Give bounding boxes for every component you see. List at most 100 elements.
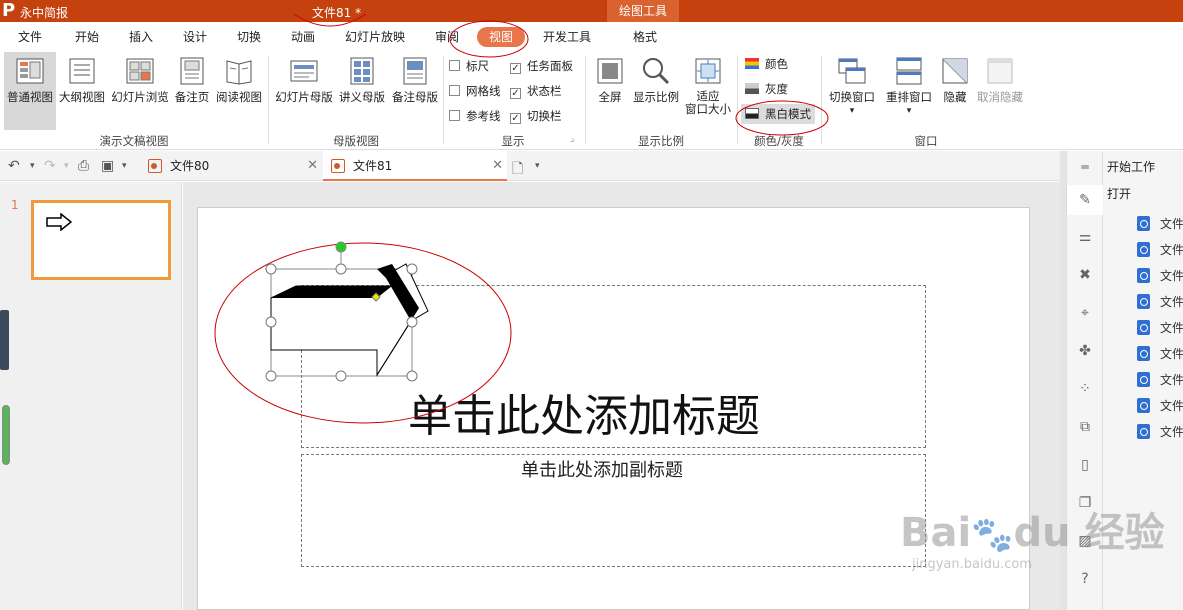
grayscale-button[interactable]: 灰度 (745, 79, 788, 99)
annotation-ellipse (449, 20, 529, 58)
switch-bar-checkbox[interactable]: ✓ 切换栏 (510, 108, 562, 124)
group-master-views-label: 母版视图 (333, 134, 379, 148)
title-bar: P 永中简报 文件81 * 绘图工具 (0, 0, 1183, 22)
app-logo-icon: P (2, 0, 16, 21)
tab-file80[interactable]: 文件80 ✕ (140, 151, 322, 181)
new-tab-icon[interactable]: 🗋 (512, 158, 523, 182)
reading-view-button[interactable]: 阅读视图 (213, 52, 265, 130)
undo-icon[interactable]: ↶ (8, 158, 20, 174)
hide-window-button[interactable]: 隐藏 (939, 52, 971, 130)
menu-insert[interactable]: 插入 (129, 27, 153, 47)
open-label: 打开 (1107, 187, 1132, 201)
recent-file-item[interactable]: 文件 (1137, 371, 1183, 388)
ruler-checkbox[interactable]: 标尺 (449, 58, 489, 74)
group-zoom-label: 显示比例 (638, 134, 684, 148)
app-name: 永中简报 (20, 6, 69, 20)
undo-dropdown-icon[interactable]: ▾ (30, 161, 35, 171)
guides-checkbox[interactable]: 参考线 (449, 108, 501, 124)
left-edge-slider[interactable] (2, 405, 10, 465)
recent-file-item[interactable]: 文件 (1137, 397, 1183, 414)
close-tab-icon[interactable]: ✕ (492, 151, 503, 181)
notes-page-button[interactable]: 备注页 (173, 52, 211, 130)
checkbox-unchecked-icon (449, 85, 460, 96)
fullscreen-icon (597, 58, 623, 84)
document-icon (1137, 216, 1150, 231)
pinwheel-icon[interactable]: ✤ (1077, 343, 1093, 359)
slide-master-button[interactable]: 幻灯片母版 (272, 52, 336, 130)
task-pane-checkbox[interactable]: ✓ 任务面板 (510, 58, 573, 74)
arrow-shape-thumbnail-icon (46, 213, 72, 231)
recent-file-item[interactable]: 文件 (1137, 267, 1183, 284)
fullscreen-button[interactable]: 全屏 (591, 52, 629, 130)
recent-file-item[interactable]: 文件 (1137, 423, 1183, 440)
normal-view-button[interactable]: 普通视图 (4, 52, 56, 130)
menu-transition[interactable]: 切换 (237, 27, 261, 47)
slide-thumbnails-panel: 1 (0, 182, 182, 610)
grayscale-icon (745, 83, 759, 94)
notes-page-icon (180, 57, 204, 85)
redo-dropdown-icon[interactable]: ▾ (64, 161, 69, 171)
context-tab-drawing-tools[interactable]: 绘图工具 (607, 0, 679, 22)
new-tab-dropdown-icon[interactable]: ▾ (535, 161, 540, 171)
document-tab-strip: ↶ ▾ ↷ ▾ ⎙ ▣ ▾ 文件80 ✕ 文件81 ✕ 🗋 ▾ (0, 151, 1060, 181)
unhide-window-button[interactable]: 取消隐藏 (974, 52, 1026, 130)
rotation-handle[interactable] (335, 241, 347, 253)
arrow-shape[interactable] (206, 236, 526, 426)
slide-sorter-button[interactable]: 幻灯片浏览 (109, 52, 171, 130)
recent-file-item[interactable]: 文件 (1137, 215, 1183, 232)
normal-view-icon (16, 58, 44, 84)
customize-toolbar-icon[interactable]: ▾ (122, 161, 127, 171)
slide-subtitle[interactable]: 单击此处添加副标题 (521, 456, 683, 482)
color-mode-button[interactable]: 颜色 (745, 54, 788, 74)
resize-handle[interactable] (265, 316, 277, 328)
outline-view-button[interactable]: 大纲视图 (57, 52, 107, 130)
brush-icon[interactable]: ⌖ (1077, 305, 1093, 321)
menu-file[interactable]: 文件 (18, 27, 42, 47)
print-preview-icon[interactable]: ⎙ (78, 158, 89, 174)
recent-file-item[interactable]: 文件 (1137, 293, 1183, 310)
help-icon[interactable]: ? (1077, 571, 1093, 587)
slide-thumbnail[interactable] (31, 200, 171, 280)
document-icon (1137, 268, 1150, 283)
checkbox-checked-icon: ✓ (510, 88, 521, 99)
tab-file81[interactable]: 文件81 ✕ (323, 151, 507, 181)
resize-icon[interactable]: ⧉ (1077, 419, 1093, 435)
menu-developer[interactable]: 开发工具 (543, 27, 591, 47)
watermark-url: jingyan.baidu.com (912, 557, 1032, 572)
status-bar-checkbox[interactable]: ✓ 状态栏 (510, 83, 562, 99)
resize-handle[interactable] (335, 370, 347, 382)
dialog-launcher-icon[interactable]: ⌟ (570, 134, 574, 144)
save-icon[interactable]: ▣ (101, 158, 114, 174)
start-work-header: 开始工作 (1107, 160, 1156, 174)
menu-design[interactable]: 设计 (183, 27, 207, 47)
recent-file-item[interactable]: 文件 (1137, 241, 1183, 258)
switch-window-button[interactable]: 切换窗口 ▾ (826, 52, 878, 130)
arrow-body (270, 263, 429, 377)
resize-handle[interactable] (335, 263, 347, 275)
tools-icon[interactable]: ✖ (1077, 267, 1093, 283)
grid-icon[interactable]: ⁘ (1077, 381, 1093, 397)
arrange-windows-button[interactable]: 重排窗口 ▾ (883, 52, 935, 130)
menu-format[interactable]: 格式 (633, 27, 657, 47)
recent-file-item[interactable]: 文件 (1137, 319, 1183, 336)
redo-icon[interactable]: ↷ (44, 158, 56, 174)
notes-master-button[interactable]: 备注母版 (389, 52, 441, 130)
resize-handle[interactable] (406, 263, 418, 275)
pen-icon[interactable]: ✎ (1067, 185, 1103, 215)
fit-window-button[interactable]: 适应 窗口大小 (683, 52, 733, 130)
dropdown-arrow-icon: ▾ (906, 106, 912, 116)
resize-handle[interactable] (265, 370, 277, 382)
menu-lines-icon[interactable]: ═ (1077, 159, 1093, 175)
menu-home[interactable]: 开始 (75, 27, 99, 47)
handout-master-icon (350, 57, 374, 85)
gridlines-checkbox[interactable]: 网格线 (449, 83, 501, 99)
sliders-icon[interactable]: ⚌ (1077, 229, 1093, 245)
zoom-ratio-button[interactable]: 显示比例 (630, 52, 682, 130)
recent-file-item[interactable]: 文件 (1137, 345, 1183, 362)
resize-handle[interactable] (406, 370, 418, 382)
handout-master-button[interactable]: 讲义母版 (337, 52, 387, 130)
resize-handle[interactable] (265, 263, 277, 275)
resize-handle[interactable] (406, 316, 418, 328)
clipboard-icon[interactable]: ▯ (1077, 457, 1093, 473)
close-tab-icon[interactable]: ✕ (307, 151, 318, 181)
